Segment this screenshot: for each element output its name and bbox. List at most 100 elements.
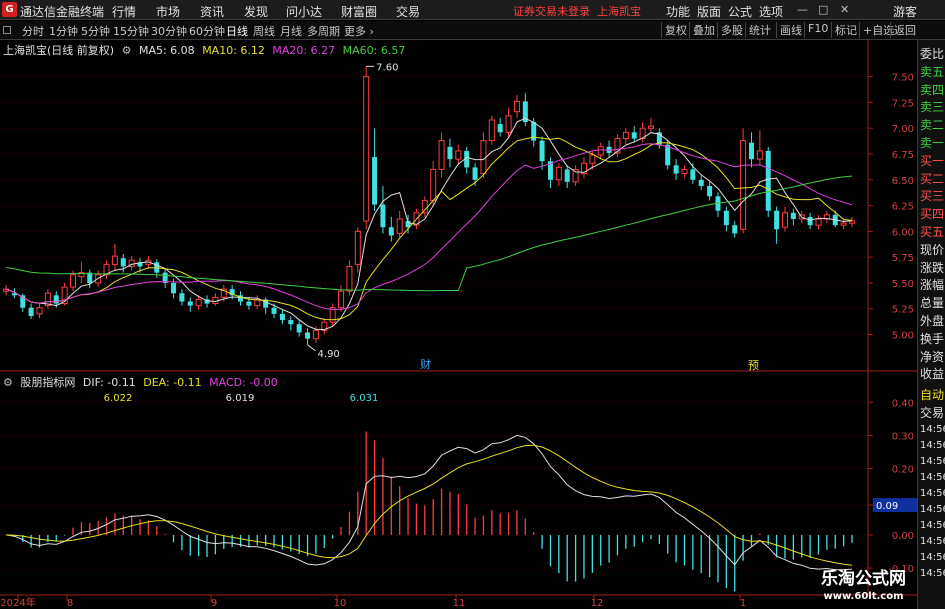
macd-y-tick-label: 0.00	[892, 531, 914, 542]
quote-label[interactable]: 涨幅	[920, 276, 944, 293]
candle-body	[111, 255, 118, 265]
y-tick-label: 6.75	[892, 150, 914, 161]
low-label: 4.90	[318, 349, 340, 360]
tick-time: 14:56	[920, 472, 945, 483]
quote-label[interactable]: 卖二	[920, 116, 944, 133]
quote-label[interactable]: 买四	[920, 205, 944, 222]
quote-label[interactable]: 涨跌	[920, 259, 944, 276]
quote-label[interactable]: 卖四	[920, 81, 944, 98]
high-label: 7.60	[376, 62, 398, 73]
auto-label[interactable]: 自动	[920, 386, 944, 403]
candle-body	[438, 140, 445, 170]
watermark: 乐淘公式网 www.60lt.com	[810, 568, 917, 603]
quote-label[interactable]: 买二	[920, 170, 944, 187]
y-tick-label: 6.25	[892, 202, 914, 213]
x-tick-label: 11	[453, 598, 466, 609]
candle-body	[597, 146, 604, 156]
y-tick-label: 5.25	[892, 305, 914, 316]
x-tick-label: 2024年	[0, 596, 35, 609]
event-yu: 预	[748, 359, 759, 372]
macd-y-tick-label: 0.30	[892, 431, 914, 442]
x-tick-label: 10	[334, 598, 347, 609]
candle-body	[589, 154, 596, 164]
candle-body	[305, 332, 311, 339]
current-value: 0.09	[876, 501, 898, 512]
candle-body	[472, 167, 478, 180]
candle-body	[564, 169, 570, 182]
low-marker	[307, 344, 316, 352]
candle-body	[555, 166, 562, 181]
quote-label[interactable]: 卖五	[920, 63, 944, 80]
macd-annotation: 6.022	[104, 393, 133, 404]
macd-y-tick-label: 0.40	[892, 398, 914, 409]
quote-label[interactable]: 卖三	[920, 98, 944, 115]
quote-label[interactable]: 外盘	[920, 312, 944, 329]
quote-label[interactable]: 换手	[920, 330, 944, 347]
tick-time: 14:56	[920, 504, 945, 515]
x-tick-label: 1	[740, 598, 746, 609]
candle-body	[354, 230, 361, 265]
quote-label[interactable]: 买五	[920, 223, 944, 240]
candle-body	[815, 218, 822, 226]
candle-body	[647, 125, 654, 129]
y-tick-label: 7.25	[892, 98, 914, 109]
candle-body	[497, 124, 503, 133]
candle-body	[673, 165, 679, 174]
trade-label[interactable]: 交易	[920, 404, 944, 421]
y-tick-label: 6.00	[892, 227, 914, 238]
macd-annotation: 6.031	[350, 393, 379, 404]
quote-label[interactable]: 净资	[920, 348, 944, 365]
candle-body	[455, 150, 462, 160]
macd-y-tick-label: 0.20	[892, 465, 914, 476]
candle-body	[271, 307, 277, 314]
quote-label[interactable]: 收益	[920, 365, 944, 382]
y-tick-label: 6.50	[892, 176, 914, 187]
quote-label[interactable]: 卖一	[920, 134, 944, 151]
candle-body	[488, 119, 495, 142]
candle-body	[171, 282, 177, 294]
x-tick-label: 9	[211, 598, 217, 609]
candle-body	[756, 150, 763, 160]
candle-body	[388, 227, 394, 236]
quote-label[interactable]: 总量	[920, 294, 944, 311]
candle-body	[380, 204, 386, 228]
candle-body	[372, 157, 378, 205]
candle-body	[36, 307, 43, 315]
candle-body	[187, 301, 193, 306]
candle-body	[690, 169, 696, 180]
candle-body	[396, 218, 403, 234]
candle-body	[195, 298, 202, 307]
candle-body	[246, 301, 252, 306]
ma20-line	[5, 143, 853, 311]
tick-time: 14:56	[920, 536, 945, 547]
candle-body	[622, 131, 629, 140]
candle-body	[480, 140, 487, 175]
chart-canvas[interactable]: 5.00 5.25 5.50 5.75 6.00 6.25 6.50 6.75 7.00 7.25…	[0, 0, 917, 609]
candle-body	[539, 140, 545, 162]
y-tick-label: 7.50	[892, 73, 914, 84]
candle-body	[312, 329, 319, 340]
candle-body	[288, 320, 294, 325]
tick-time: 14:56	[920, 488, 945, 499]
candle-body	[681, 168, 688, 175]
candle-body	[279, 313, 285, 321]
candle-body	[732, 225, 738, 234]
quote-label[interactable]: 买三	[920, 187, 944, 204]
tick-time: 14:56	[920, 520, 945, 531]
candle-body	[781, 212, 788, 228]
candle-body	[346, 265, 353, 292]
quote-label[interactable]: 委比	[920, 45, 944, 62]
candle-body	[53, 295, 59, 304]
candle-body	[774, 210, 780, 230]
candle-body	[740, 140, 747, 230]
candle-body	[698, 179, 704, 186]
quote-side-panel: 委比 卖五 卖四 卖三 卖二 卖一 买一 买二 买三 买四 买五 现价 涨跌 涨幅 总量 外盘 换手 净资 收益自动…	[917, 40, 945, 609]
quote-label[interactable]: 买一	[920, 152, 944, 169]
tick-time: 14:56	[920, 440, 945, 451]
quote-label[interactable]: 现价	[920, 241, 944, 258]
tick-time: 14:56	[920, 456, 945, 467]
candle-body	[338, 290, 345, 309]
macd-annotation: 6.019	[226, 393, 255, 404]
candle-body	[665, 144, 671, 166]
watermark-url: www.60lt.com	[823, 591, 904, 602]
